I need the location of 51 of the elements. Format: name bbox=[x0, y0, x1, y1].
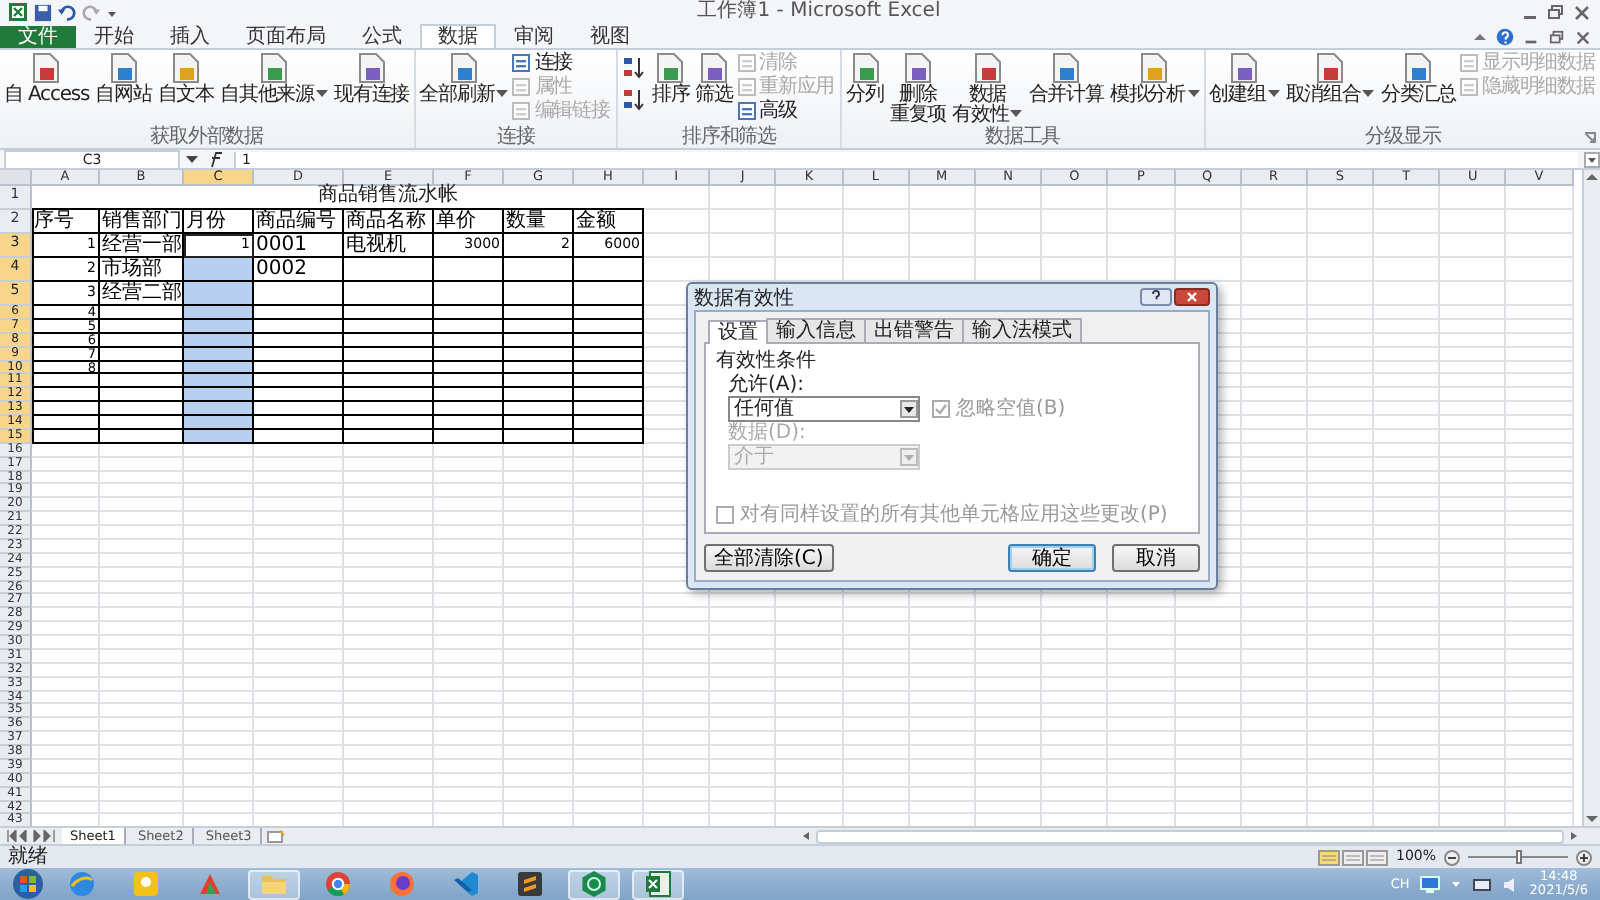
ribbon-tab[interactable]: 开始 bbox=[76, 24, 152, 48]
sheet-title: 商品销售流水帐 bbox=[32, 186, 644, 210]
field-label: 允许(A): bbox=[728, 374, 805, 396]
ribbon-button[interactable]: 分列 bbox=[844, 52, 886, 106]
table-cell: 电视机 bbox=[344, 234, 434, 258]
allow-dropdown[interactable]: 任何值 bbox=[728, 396, 920, 422]
ribbon-button[interactable]: 分类汇总 bbox=[1378, 52, 1458, 106]
status-text: 就绪 bbox=[8, 846, 48, 868]
ribbon-button[interactable]: 取消组合 bbox=[1283, 52, 1377, 106]
table-cell: 0001 bbox=[254, 234, 344, 258]
ribbon-tab[interactable]: 审阅 bbox=[496, 24, 572, 48]
ribbon-tab[interactable]: 视图 bbox=[572, 24, 648, 48]
ribbon-tab[interactable]: 公式 bbox=[344, 24, 420, 48]
section-label: 有效性条件 bbox=[716, 350, 816, 372]
dialog-tab[interactable]: 输入法模式 bbox=[962, 318, 1082, 342]
ok-button[interactable]: 确定 bbox=[1008, 544, 1096, 572]
ribbon-button[interactable]: 自网站 bbox=[93, 52, 154, 106]
ribbon-button[interactable]: 排序 bbox=[649, 52, 692, 106]
file-tab[interactable]: 文件 bbox=[0, 26, 76, 48]
ribbon-button[interactable]: 创建组 bbox=[1207, 52, 1282, 106]
ribbon-button[interactable]: 筛选 bbox=[693, 52, 735, 106]
dialog-tab[interactable]: 输入信息 bbox=[766, 318, 866, 342]
ribbon-button[interactable]: 模拟分析 bbox=[1107, 52, 1202, 106]
ribbon-button[interactable]: 高级 bbox=[737, 100, 839, 122]
ribbon-button[interactable]: 现有连接 bbox=[332, 52, 412, 106]
group-label: 分级显示 bbox=[1365, 126, 1441, 148]
window-title: 工作簿1 - Microsoft Excel bbox=[695, 0, 943, 24]
ribbon-button[interactable]: 连接 bbox=[512, 52, 614, 74]
checkbox-label: 忽略空值(B) bbox=[956, 398, 1066, 420]
ribbon-button[interactable]: 全部刷新 bbox=[417, 52, 511, 106]
ribbon-tab[interactable]: 页面布局 bbox=[228, 24, 344, 48]
checkbox-label: 对有同样设置的所有其他单元格应用这些更改(P) bbox=[740, 504, 1168, 526]
ribbon-tab[interactable]: 插入 bbox=[152, 24, 228, 48]
ribbon-button[interactable]: 自文本 bbox=[155, 52, 217, 106]
ribbon-button[interactable]: 自其他来源 bbox=[218, 52, 331, 106]
group-label: 排序和筛选 bbox=[681, 126, 776, 148]
field-label: 数据(D): bbox=[728, 422, 806, 444]
ribbon-button[interactable]: 数据 有效性 bbox=[950, 52, 1025, 126]
ribbon-tab[interactable]: 数据 bbox=[420, 24, 496, 48]
dialog-tab[interactable]: 设置 bbox=[708, 320, 768, 344]
ribbon-button[interactable]: 合并计算 bbox=[1026, 52, 1106, 106]
dialog-title: 数据有效性 bbox=[694, 285, 796, 311]
dialog-tab[interactable]: 出错警告 bbox=[864, 318, 964, 342]
group-label: 连接 bbox=[496, 126, 535, 148]
group-label: 获取外部数据 bbox=[150, 126, 264, 148]
ribbon-button[interactable]: 删除 重复项 bbox=[887, 52, 949, 126]
table-cell: 0002 bbox=[254, 258, 344, 282]
group-label: 数据工具 bbox=[985, 126, 1061, 148]
ribbon-button[interactable]: 自 Access bbox=[2, 52, 92, 106]
clear-all-button[interactable]: 全部清除(C) bbox=[704, 544, 834, 572]
cancel-button[interactable]: 取消 bbox=[1112, 544, 1200, 572]
